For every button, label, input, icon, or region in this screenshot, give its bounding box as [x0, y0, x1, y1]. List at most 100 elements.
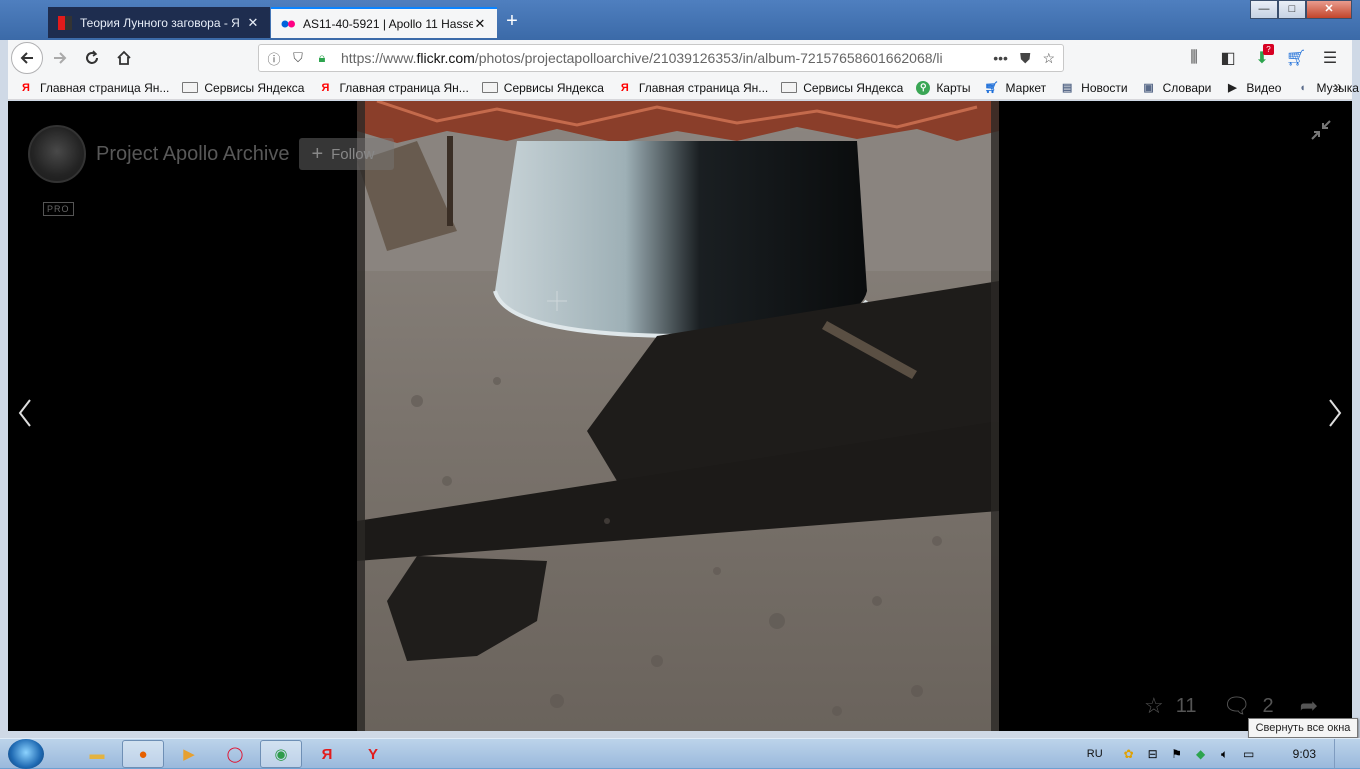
yandex-browser-task[interactable]: Y — [352, 740, 394, 768]
bookmarks-overflow-icon[interactable]: » — [1334, 78, 1342, 95]
avatar[interactable] — [28, 125, 86, 183]
library-icon: ⫼ — [1190, 49, 1198, 66]
bookmark-yandex-home-2[interactable]: Я Главная страница Ян... — [317, 81, 468, 95]
clock[interactable]: 9:03 — [1293, 747, 1316, 761]
info-icon[interactable]: ⓘ — [265, 49, 283, 68]
tab-moon-conspiracy[interactable]: Теория Лунного заговора - Я ✕ — [48, 7, 270, 38]
previous-photo-button[interactable] — [18, 397, 32, 437]
window-controls: — □ ✕ — [1250, 0, 1352, 19]
close-window-button[interactable]: ✕ — [1306, 0, 1352, 19]
bookmark-label: Словари — [1162, 80, 1212, 95]
url-domain: flickr.com — [416, 50, 475, 66]
bookmark-label: Сервисы Яндекса — [803, 80, 904, 95]
tab-close-icon[interactable]: ✕ — [246, 15, 260, 31]
home-icon — [117, 50, 131, 65]
start-button[interactable] — [8, 739, 44, 769]
bookmark-label: Главная страница Ян... — [339, 80, 469, 95]
bookmark-yandex-services-1[interactable]: Сервисы Яндекса — [182, 81, 304, 95]
network-tray-icon[interactable]: ⊟ — [1145, 746, 1161, 762]
tab-flickr-photo[interactable]: AS11-40-5921 | Apollo 11 Hasse ✕ — [271, 7, 497, 38]
volume-icon[interactable]: 🔈︎ — [1217, 746, 1233, 762]
comment-icon: 🗨︎ — [1222, 693, 1251, 718]
opera-task[interactable]: ◯ — [214, 740, 256, 768]
hamburger-menu-icon: ☰ — [1322, 50, 1338, 67]
bookmark-news[interactable]: ▤ Новости — [1059, 80, 1128, 95]
home-button[interactable] — [109, 43, 139, 73]
video-icon: ▶ — [1228, 82, 1237, 94]
chrome-icon: ◉ — [274, 746, 288, 763]
share-button[interactable]: ➦ — [1300, 693, 1330, 719]
cart-icon: 🛒︎ — [984, 82, 999, 94]
toolbar-right: ⫼ ◧ ⬇ ? 🛒︎ ☰ — [1180, 44, 1344, 72]
favorites[interactable]: ☆ 11 — [1144, 693, 1197, 719]
cart-button[interactable]: 🛒︎ — [1282, 44, 1310, 72]
sidebar-icon: ◧ — [1220, 50, 1236, 67]
minimize-button[interactable]: — — [1250, 0, 1278, 19]
flag-icon[interactable]: ⚑ — [1169, 746, 1185, 762]
tab-close-icon[interactable]: ✕ — [473, 16, 487, 32]
back-button[interactable] — [11, 42, 43, 74]
bookmark-market[interactable]: 🛒︎ Маркет — [984, 81, 1047, 95]
menu-button[interactable]: ☰ — [1316, 44, 1344, 72]
firefox-task[interactable]: ● — [122, 740, 164, 768]
bookmark-label: Карты — [936, 80, 971, 95]
library-button[interactable]: ⫼ — [1180, 44, 1208, 72]
bookmark-music[interactable]: ◖ Музыка — [1294, 81, 1359, 95]
pocket-icon[interactable]: ⛊ — [1020, 50, 1031, 67]
forward-button[interactable] — [45, 43, 75, 73]
bookmark-yandex-home-1[interactable]: Я Главная страница Ян... — [18, 81, 169, 95]
media-player-task[interactable]: ▶ — [168, 740, 210, 768]
address-bar[interactable]: ⓘ ⛉ 🔒︎ https://www.flickr.com/photos/pro… — [258, 44, 1064, 72]
display-icon[interactable]: ▭ — [1241, 746, 1257, 762]
language-indicator[interactable]: RU — [1087, 748, 1103, 760]
system-tray: RU ✿ ⊟ ⚑ ◆ 🔈︎ ▭ 9:03 — [1087, 739, 1360, 769]
bookmark-label: Маркет — [1005, 80, 1047, 95]
follow-button[interactable]: + Follow — [299, 138, 395, 170]
reload-button[interactable] — [77, 43, 107, 73]
bookmark-label: Новости — [1081, 80, 1128, 95]
pro-badge: PRO — [43, 202, 74, 216]
next-photo-button[interactable] — [1328, 397, 1342, 437]
url-path: /photos/projectapolloarchive/21039126353… — [474, 50, 943, 66]
maps-icon: ⚲ — [916, 80, 931, 95]
bookmark-yandex-services-2[interactable]: Сервисы Яндекса — [481, 81, 604, 95]
yandex-task[interactable]: Я — [306, 740, 348, 768]
chrome-task[interactable]: ◉ — [260, 740, 302, 768]
chevron-left-icon — [18, 399, 31, 427]
bookmark-yandex-services-3[interactable]: Сервисы Яндекса — [781, 81, 903, 95]
owner-name[interactable]: Project Apollo Archive — [96, 143, 289, 166]
share-icon: ➦ — [1299, 693, 1318, 718]
yandex-disk-icon[interactable]: ◆ — [1193, 746, 1209, 762]
yandex-icon: Я — [321, 81, 330, 94]
tracking-protection-icon[interactable]: ⛉ — [289, 50, 307, 66]
bookmark-label: Главная страница Ян... — [40, 80, 170, 95]
bookmark-label: Сервисы Яндекса — [204, 80, 305, 95]
bookmark-video[interactable]: ▶ Видео — [1224, 81, 1281, 95]
bookmark-maps[interactable]: ⚲ Карты — [916, 80, 971, 95]
exit-fullscreen-button[interactable] — [1310, 119, 1332, 147]
photo-owner: Project Apollo Archive + Follow — [28, 125, 395, 183]
new-tab-button[interactable]: + — [500, 9, 524, 33]
music-icon: ◖ — [1299, 81, 1306, 94]
yandex-icon: Я — [620, 81, 629, 94]
windows-taskbar: ▬ ● ▶ ◯ ◉ Я Y RU ✿ ⊟ ⚑ ◆ 🔈︎ ▭ 9:03 — [0, 738, 1360, 769]
folder-icon — [481, 82, 498, 93]
media-icon: ▶ — [183, 746, 195, 763]
lunar-surface-photo[interactable] — [357, 101, 999, 731]
maximize-button[interactable]: □ — [1278, 0, 1306, 19]
url-text[interactable]: https://www.flickr.com/photos/projectapo… — [341, 50, 953, 66]
bookmark-yandex-home-3[interactable]: Я Главная страница Ян... — [617, 81, 768, 95]
page-actions-icon[interactable]: ••• — [993, 50, 1008, 67]
bookmark-dictionary[interactable]: ▣ Словари — [1141, 80, 1212, 95]
bookmark-star-icon[interactable]: ☆ — [1042, 50, 1055, 67]
plus-icon: + — [311, 142, 324, 165]
show-desktop-button[interactable] — [1334, 739, 1348, 769]
lock-icon[interactable]: 🔒︎ — [313, 50, 331, 66]
explorer-task[interactable]: ▬ — [76, 740, 118, 768]
show-desktop-tooltip: Свернуть все окна — [1248, 718, 1358, 738]
sidebar-button[interactable]: ◧ — [1214, 44, 1242, 72]
comments[interactable]: 🗨︎ 2 — [1223, 693, 1274, 719]
downloads-button[interactable]: ⬇ ? — [1248, 44, 1276, 72]
cart-icon: 🛒︎ — [1285, 50, 1307, 67]
app-tray-icon[interactable]: ✿ — [1121, 746, 1137, 762]
